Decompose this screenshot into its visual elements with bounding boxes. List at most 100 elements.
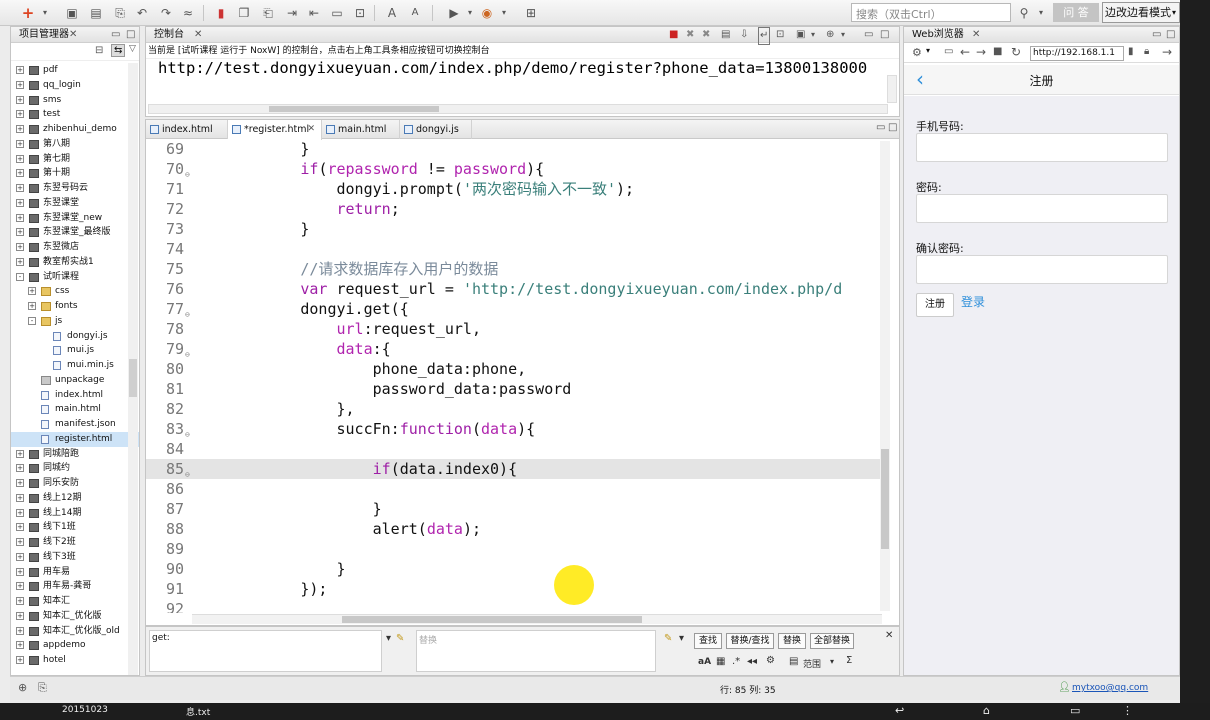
tree-item[interactable]: + 知本汇: [11, 594, 139, 609]
tree-item[interactable]: dongyi.js: [11, 329, 139, 344]
tree-item[interactable]: + fonts: [11, 299, 139, 314]
tab-index-html[interactable]: index.html: [146, 120, 228, 139]
console-hscrollbar[interactable]: [148, 104, 888, 114]
run-icon[interactable]: ▶: [446, 5, 462, 21]
register-button[interactable]: 注册: [916, 293, 954, 317]
tree-item[interactable]: + appdemo: [11, 638, 139, 653]
new-file-icon[interactable]: +: [20, 5, 36, 21]
collapse-all-icon[interactable]: ⊟: [95, 45, 103, 56]
stop-icon[interactable]: ■: [993, 46, 1002, 57]
code-line[interactable]: 86: [146, 479, 882, 499]
terminate-icon[interactable]: ■: [669, 27, 678, 43]
console-hscroll-thumb[interactable]: [269, 106, 439, 112]
collapse-icon[interactable]: -: [16, 272, 24, 281]
add-icon[interactable]: ⊕: [18, 681, 27, 694]
ask-button[interactable]: 问 答: [1053, 3, 1099, 22]
minimize-icon[interactable]: ▭: [1152, 27, 1161, 43]
bookmark-icon[interactable]: ▮: [213, 5, 229, 21]
outdent-icon[interactable]: ⇤: [306, 5, 322, 21]
code-line[interactable]: 84: [146, 439, 882, 459]
tree-item[interactable]: + 线下3班: [11, 550, 139, 565]
taskbar-item[interactable]: 20151023: [62, 705, 108, 715]
remove-all-icon[interactable]: ✖: [702, 27, 710, 43]
bookmark-icon[interactable]: ▮: [1128, 46, 1134, 57]
expand-icon[interactable]: +: [16, 139, 24, 148]
menu-nav-icon[interactable]: ⋮: [1122, 704, 1133, 717]
replace-history-icon[interactable]: ✎: [664, 633, 672, 644]
expand-icon[interactable]: +: [16, 552, 24, 561]
find-button[interactable]: 查找: [694, 633, 722, 649]
tree-item[interactable]: index.html: [11, 388, 139, 403]
tree-item[interactable]: + 东翌课堂: [11, 196, 139, 211]
new-console-icon[interactable]: ⊕: [826, 27, 834, 43]
expand-icon[interactable]: +: [28, 302, 36, 310]
search-icon[interactable]: ⚲: [1016, 5, 1032, 21]
tree-item[interactable]: main.html: [11, 402, 139, 417]
editor-hscroll-thumb[interactable]: [342, 616, 642, 623]
minimize-icon[interactable]: ▭: [111, 27, 120, 43]
user-email-link[interactable]: mytxoo@qq.com: [1072, 683, 1148, 693]
expand-icon[interactable]: +: [16, 493, 24, 502]
home-nav-icon[interactable]: ⌂: [983, 704, 990, 717]
code-line[interactable]: 74: [146, 239, 882, 259]
font-decrease-icon[interactable]: A: [407, 5, 423, 21]
tab-register-html[interactable]: *register.html ✕: [228, 120, 322, 140]
expand-icon[interactable]: +: [16, 508, 24, 517]
browser-dropdown-icon[interactable]: ▾: [496, 5, 512, 21]
editor-vscroll-thumb[interactable]: [881, 449, 889, 549]
paste-icon[interactable]: ⎗: [260, 5, 276, 21]
tree-item[interactable]: + 第八期: [11, 137, 139, 152]
password-input[interactable]: [916, 194, 1168, 223]
code-line[interactable]: 89: [146, 539, 882, 559]
expand-icon[interactable]: +: [16, 567, 24, 576]
code-line[interactable]: 76 var request_url = 'http://test.dongyi…: [146, 279, 882, 299]
run-dropdown-icon[interactable]: ▾: [462, 5, 478, 21]
expand-icon[interactable]: +: [16, 213, 24, 222]
tree-item[interactable]: + sms: [11, 93, 139, 108]
preview-icon[interactable]: ⊞: [523, 5, 539, 21]
back-nav-icon[interactable]: ↩: [895, 704, 904, 717]
pin-console-icon[interactable]: ⊡: [776, 27, 784, 43]
url-input[interactable]: http://192.168.1.1: [1030, 46, 1124, 61]
word-wrap-icon[interactable]: ↵: [758, 27, 771, 45]
tree-item[interactable]: + 第十期: [11, 166, 139, 181]
code-line[interactable]: 92: [146, 599, 882, 613]
tree-item[interactable]: - 试听课程: [11, 270, 139, 285]
expand-icon[interactable]: +: [16, 479, 24, 487]
code-line[interactable]: 82 },: [146, 399, 882, 419]
confirm-password-input[interactable]: [916, 255, 1168, 284]
comment-icon[interactable]: ▭: [329, 5, 345, 21]
tab-main-html[interactable]: main.html: [322, 120, 400, 139]
code-area[interactable]: 69 } 70 ⊖ if(repassword != password){71 do…: [146, 139, 882, 613]
close-icon[interactable]: ✕: [194, 27, 202, 43]
save-all-icon[interactable]: ▤: [88, 5, 104, 21]
case-sensitive-icon[interactable]: aA: [698, 657, 711, 667]
expand-icon[interactable]: +: [16, 80, 24, 89]
new-dropdown-icon[interactable]: ▾: [37, 5, 53, 21]
expand-icon[interactable]: +: [16, 449, 24, 458]
redo-icon[interactable]: ↷: [158, 5, 174, 21]
recent-apps-icon[interactable]: ▭: [1070, 704, 1080, 717]
replace-all-button[interactable]: 全部替换: [810, 633, 854, 649]
expand-icon[interactable]: +: [16, 582, 24, 591]
expand-icon[interactable]: +: [16, 464, 24, 473]
mode-select[interactable]: 边改边看模式 ▾: [1102, 2, 1180, 23]
tree-item[interactable]: + 同城陪跑: [11, 447, 139, 462]
minimize-icon[interactable]: ▭: [876, 122, 885, 133]
minimize-icon[interactable]: ▭: [864, 27, 873, 43]
editor-hscrollbar[interactable]: [192, 614, 882, 624]
whole-word-icon[interactable]: ▦: [716, 656, 725, 667]
code-line[interactable]: 71 dongyi.prompt('两次密码输入不一致');: [146, 179, 882, 199]
go-arrow-icon[interactable]: →: [1162, 45, 1172, 59]
undo-icon[interactable]: ↶: [134, 5, 150, 21]
tree-item[interactable]: unpackage: [11, 373, 139, 388]
tree-item[interactable]: + 东翌课堂_new: [11, 211, 139, 226]
remove-launch-icon[interactable]: ✖: [686, 27, 694, 43]
code-line[interactable]: 85 ⊖ if(data.index0){: [146, 459, 882, 479]
expand-icon[interactable]: +: [28, 287, 36, 296]
indent-icon[interactable]: ⇥: [284, 5, 300, 21]
find-input[interactable]: get:: [149, 630, 382, 672]
close-icon[interactable]: ✕: [972, 27, 980, 43]
regex-icon[interactable]: .*: [732, 656, 740, 667]
search-input[interactable]: 搜索（双击Ctrl）: [851, 3, 1011, 22]
